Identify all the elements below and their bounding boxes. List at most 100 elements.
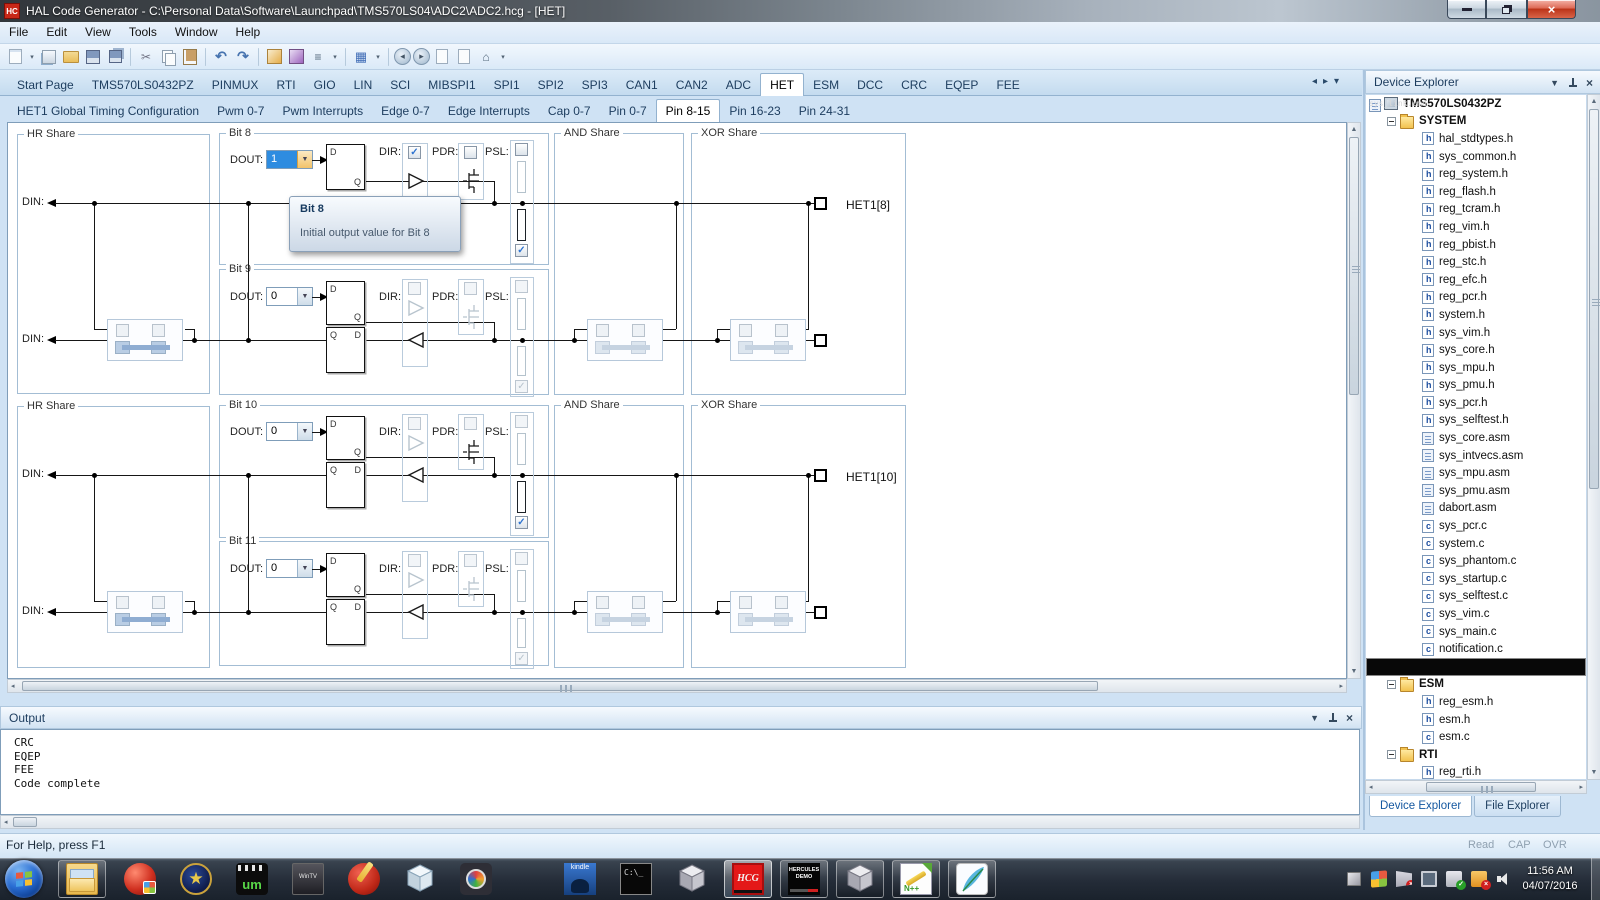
tree-item[interactable]: hal_stdtypes.h	[1366, 130, 1586, 148]
output-console[interactable]: CRCEQEPFEECode complete	[0, 729, 1360, 815]
tab-adc[interactable]: ADC	[717, 74, 760, 96]
tree-item[interactable]: SYSTEM	[1366, 113, 1586, 131]
pdr-checkbox-bit9[interactable]	[464, 282, 477, 295]
tree-item[interactable]: sys_selftest.h	[1366, 412, 1586, 430]
paste-icon[interactable]	[180, 47, 200, 67]
search-icon[interactable]	[264, 47, 284, 67]
tab-mibspi1[interactable]: MIBSPI1	[419, 74, 484, 96]
menu-item[interactable]: Help	[227, 22, 270, 42]
tree-item[interactable]: sys_pmu.h	[1366, 377, 1586, 395]
tree-item[interactable]: reg_esm.h	[1366, 693, 1586, 711]
tree-item[interactable]: reg_rti.h	[1366, 764, 1586, 780]
undo-icon[interactable]: ↶	[211, 47, 231, 67]
menu-item[interactable]: Window	[166, 22, 227, 42]
taskbar-cube-app[interactable]	[396, 860, 444, 898]
hr-share-checkbox[interactable]	[116, 596, 129, 609]
subtab-pwm-interrupts[interactable]: Pwm Interrupts	[273, 100, 372, 122]
tree-item[interactable]: sys_pmu.asm	[1366, 482, 1586, 500]
tray-update-alert-icon[interactable]: ×	[1471, 871, 1487, 887]
new-dropdown-icon[interactable]: ▾	[27, 47, 37, 67]
and-share-checkbox[interactable]	[596, 324, 609, 337]
xor-share-checkbox[interactable]	[739, 596, 752, 609]
dir-checkbox-bit8[interactable]	[408, 146, 421, 159]
dout-select-bit11[interactable]: 0▼	[266, 559, 313, 578]
taskbar-cube-gray-1[interactable]	[668, 860, 716, 898]
tree-item[interactable]: esm.c	[1366, 728, 1586, 746]
tray-action-center-icon[interactable]	[1371, 870, 1387, 887]
tree-item[interactable]: system.c	[1366, 535, 1586, 553]
pdr-checkbox-bit10[interactable]	[464, 417, 477, 430]
tree-item[interactable]: sys_mpu.h	[1366, 359, 1586, 377]
and-share-checkbox[interactable]	[596, 596, 609, 609]
subtab-pin-16-23[interactable]: Pin 16-23	[720, 100, 789, 122]
code-edit-icon[interactable]	[286, 47, 306, 67]
tray-usb-icon[interactable]: ✓	[1446, 871, 1462, 887]
tree-collapse-icon[interactable]	[1387, 750, 1396, 759]
taskbar-wintv[interactable]: WinTV	[284, 860, 332, 898]
dir-checkbox-bit11[interactable]	[408, 554, 421, 567]
tree-item[interactable]: sys_common.h	[1366, 148, 1586, 166]
tree-item[interactable]: esm.h	[1366, 711, 1586, 729]
subtab-pwm-0-7[interactable]: Pwm 0-7	[208, 100, 273, 122]
tray-volume-icon[interactable]	[1496, 871, 1512, 887]
panel-tab-device-explorer[interactable]: Device Explorer	[1369, 796, 1472, 817]
auto-hide-pin-icon[interactable]	[1568, 78, 1577, 89]
tray-network-icon[interactable]	[1421, 871, 1437, 887]
open-icon[interactable]	[61, 47, 81, 67]
hr-share-checkbox[interactable]	[152, 596, 165, 609]
close-panel-icon[interactable]: ×	[1586, 76, 1593, 90]
taskbar-cube-gray-2[interactable]	[836, 860, 884, 898]
subtab-pin-0-7[interactable]: Pin 0-7	[600, 100, 656, 122]
menu-item[interactable]: File	[0, 22, 37, 42]
taskbar-umplayer[interactable]: um	[228, 860, 276, 898]
tree-item[interactable]: sys_vim.c	[1366, 605, 1586, 623]
tab-esm[interactable]: ESM	[804, 74, 848, 96]
xor-share-checkbox[interactable]	[739, 324, 752, 337]
psl-pull-checkbox-bit9[interactable]	[515, 380, 528, 393]
toolbar-overflow-icon[interactable]: ▾	[330, 47, 340, 67]
tray-cube-icon[interactable]	[1346, 871, 1362, 887]
tree-item[interactable]: sys_core.asm	[1366, 429, 1586, 447]
subtab-cap-0-7[interactable]: Cap 0-7	[539, 100, 600, 122]
tab-gio[interactable]: GIO	[305, 74, 345, 96]
subtab-pin-24-31[interactable]: Pin 24-31	[790, 100, 859, 122]
tree-item[interactable]: dabort.asm	[1366, 500, 1586, 518]
close-button[interactable]: ×	[1527, 0, 1576, 19]
tab-scroll-controls[interactable]: ◂▸▾	[1312, 76, 1345, 87]
subtab-edge-0-7[interactable]: Edge 0-7	[372, 100, 439, 122]
taskbar-hcg-active[interactable]: HCG	[724, 860, 772, 898]
tree-item[interactable]: sys_mpu.asm	[1366, 464, 1586, 482]
tree-collapse-icon[interactable]	[1387, 680, 1396, 689]
new-file-icon[interactable]	[5, 47, 25, 67]
nav-back-icon[interactable]: ◂	[394, 48, 411, 65]
tree-item[interactable]: sys_link.cmd	[1366, 658, 1586, 676]
start-button[interactable]	[5, 860, 43, 898]
tab-lin[interactable]: LIN	[345, 74, 382, 96]
toolbar-overflow-icon[interactable]: ▾	[373, 47, 383, 67]
diagram-vertical-scrollbar[interactable]: ▲ ▼	[1347, 122, 1361, 679]
tree-vertical-scrollbar[interactable]: ▲ ▼	[1587, 94, 1600, 780]
tree-item[interactable]: sys_selftest.c	[1366, 588, 1586, 606]
tab-spi3[interactable]: SPI3	[573, 74, 617, 96]
tab-het[interactable]: HET	[760, 73, 804, 98]
dropdown-arrow-icon[interactable]: ▼	[297, 151, 312, 168]
tab-spi1[interactable]: SPI1	[485, 74, 529, 96]
page-up-icon[interactable]	[432, 47, 452, 67]
tree-item[interactable]: RTI	[1366, 746, 1586, 764]
tab-tms570ls0432pz[interactable]: TMS570LS0432PZ	[83, 74, 203, 96]
tab-can1[interactable]: CAN1	[617, 74, 667, 96]
page-icon[interactable]	[454, 47, 474, 67]
auto-hide-pin-icon[interactable]	[1328, 713, 1337, 724]
taskbar-kindle[interactable]: kindle	[556, 860, 604, 898]
dout-select-bit8[interactable]: 1▼	[266, 150, 313, 169]
xor-share-checkbox[interactable]	[775, 324, 788, 337]
tree-item[interactable]: reg_pbist.h	[1366, 236, 1586, 254]
dropdown-arrow-icon[interactable]: ▼	[297, 288, 312, 305]
taskbar-hercules-demo[interactable]: HERCULES DEMO	[780, 860, 828, 898]
dir-checkbox-bit9[interactable]	[408, 282, 421, 295]
xor-share-checkbox[interactable]	[775, 596, 788, 609]
taskbar-feather-app[interactable]	[948, 860, 996, 898]
tree-horizontal-scrollbar[interactable]: ◂ ▸	[1365, 780, 1587, 794]
menu-item[interactable]: View	[76, 22, 120, 42]
subtab-het1-global-timing[interactable]: HET1 Global Timing Configuration	[8, 100, 208, 122]
